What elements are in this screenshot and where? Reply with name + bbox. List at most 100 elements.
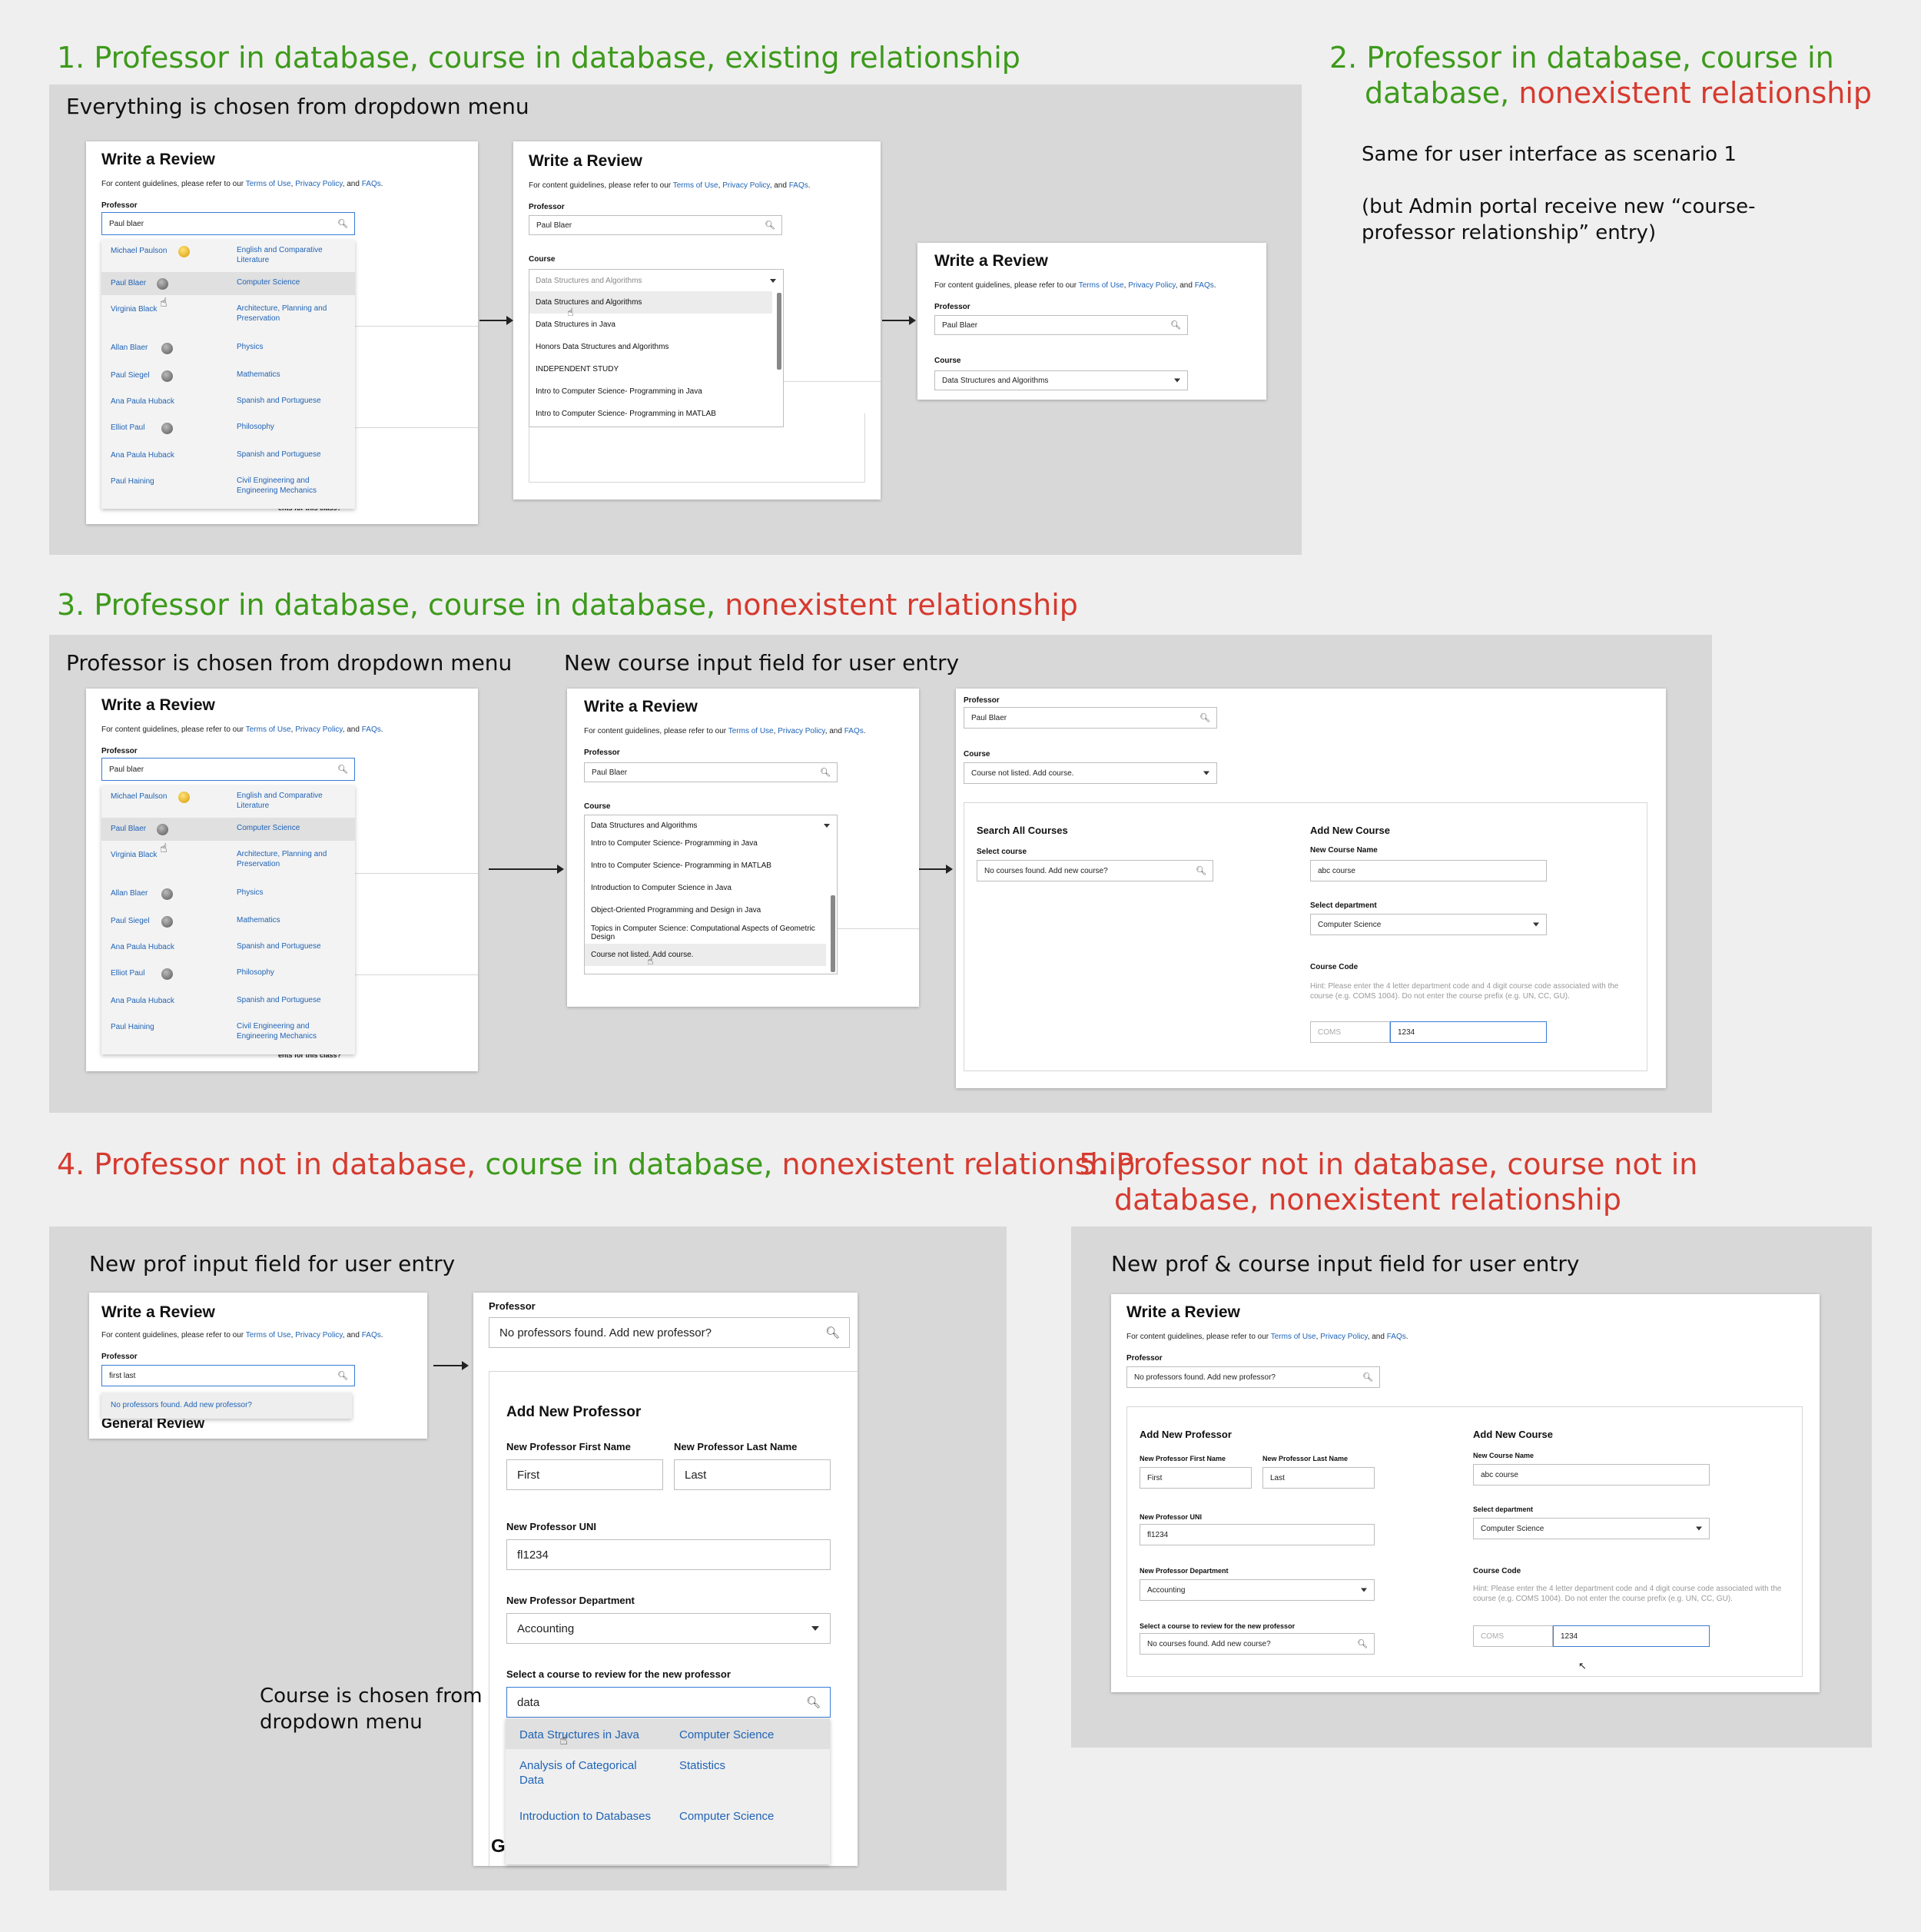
- course-option[interactable]: Data Structures in Java Computer Science: [506, 1718, 830, 1749]
- terms-link[interactable]: Terms of Use: [1271, 1333, 1316, 1341]
- professor-option[interactable]: Allan Blaer Physics: [101, 337, 355, 360]
- first-name-input[interactable]: First: [1140, 1467, 1252, 1489]
- professor-option[interactable]: Allan Blaer Physics: [101, 882, 355, 905]
- privacy-link[interactable]: Privacy Policy: [722, 181, 770, 190]
- terms-link[interactable]: Terms of Use: [673, 181, 718, 190]
- course-code-number-input[interactable]: 1234: [1390, 1021, 1547, 1043]
- privacy-link[interactable]: Privacy Policy: [295, 1331, 343, 1339]
- course-option[interactable]: Object-Oriented Programming and Design i…: [585, 899, 826, 921]
- uni-input[interactable]: fl1234: [506, 1539, 831, 1570]
- professor-option[interactable]: Michael Paulson English and Comparative L…: [101, 240, 355, 266]
- course-department-select[interactable]: Computer Science: [1473, 1518, 1710, 1539]
- course-option[interactable]: INDEPENDENT STUDY: [529, 358, 772, 380]
- course-option[interactable]: Analysis of Categorical Data Statistics: [506, 1749, 830, 1800]
- professor-option[interactable]: Ana Paula Huback Spanish and Portuguese: [101, 444, 355, 467]
- department-label: New Professor Department: [1140, 1567, 1229, 1575]
- course-search-input[interactable]: No courses found. Add new course? 🔍︎: [977, 860, 1213, 881]
- course-search-input[interactable]: data 🔍︎: [506, 1687, 831, 1718]
- course-option[interactable]: Intro to Computer Science- Programming i…: [529, 380, 772, 403]
- faqs-link[interactable]: FAQs: [844, 727, 864, 735]
- course-option[interactable]: Introduction to Databases Computer Scienc…: [506, 1800, 830, 1857]
- professor-option-department: Civil Engineering and Engineering Mechan…: [237, 1022, 317, 1041]
- course-option[interactable]: Honors Data Structures and Algorithms: [529, 336, 772, 358]
- course-code-number-input[interactable]: 1234: [1553, 1625, 1710, 1647]
- uni-input[interactable]: fl1234: [1140, 1524, 1375, 1545]
- privacy-link[interactable]: Privacy Policy: [1128, 281, 1176, 290]
- course-option[interactable]: Introduction to Computer Science in Java: [585, 877, 826, 899]
- scenario-5-title: 5. Professor not in database, course not…: [1079, 1147, 1698, 1181]
- professor-input[interactable]: Paul Blaer 🔍︎: [584, 762, 838, 782]
- terms-link[interactable]: Terms of Use: [728, 727, 774, 735]
- faqs-link[interactable]: FAQs: [362, 1331, 381, 1339]
- professor-option[interactable]: Paul Siegel Mathematics: [101, 364, 355, 387]
- professor-option[interactable]: Virginia Black Architecture, Planning and…: [101, 298, 355, 324]
- professor-input[interactable]: Paul Blaer 🔍︎: [934, 315, 1188, 335]
- professor-option[interactable]: Michael Paulson English and Comparative L…: [101, 785, 355, 812]
- professor-input[interactable]: Paul Blaer 🔍︎: [964, 707, 1217, 729]
- privacy-link[interactable]: Privacy Policy: [295, 725, 343, 734]
- professor-label: Professor: [489, 1300, 536, 1312]
- terms-link[interactable]: Terms of Use: [1079, 281, 1124, 290]
- new-course-name-input[interactable]: abc course: [1473, 1464, 1710, 1486]
- department-select[interactable]: Computer Science: [1310, 914, 1547, 935]
- faqs-link[interactable]: FAQs: [1387, 1333, 1406, 1341]
- professor-option[interactable]: Paul Blaer Computer Science: [101, 818, 355, 841]
- course-option[interactable]: Data Structures in Java: [529, 314, 772, 336]
- course-dropdown: Data Structures in Java Computer Science A…: [506, 1718, 830, 1864]
- course-option[interactable]: Course not listed. Add course.: [585, 944, 826, 966]
- professor-option[interactable]: Ana Paula Huback Spanish and Portuguese: [101, 390, 355, 413]
- professor-search-input[interactable]: Paul blaer 🔍︎: [101, 212, 355, 235]
- search-icon: 🔍︎: [337, 765, 348, 775]
- terms-link[interactable]: Terms of Use: [246, 725, 291, 734]
- professor-input[interactable]: No professors found. Add new professor? 🔍…: [489, 1317, 850, 1348]
- privacy-link[interactable]: Privacy Policy: [295, 180, 343, 188]
- privacy-link[interactable]: Privacy Policy: [778, 727, 825, 735]
- faqs-link[interactable]: FAQs: [789, 181, 808, 190]
- panel-5-caption: New prof & course input field for user e…: [1111, 1251, 1580, 1276]
- course-option[interactable]: Topics in Computer Science: Computationa…: [585, 921, 826, 944]
- professor-input[interactable]: No professors found. Add new professor? 🔍…: [1126, 1366, 1380, 1388]
- professor-option[interactable]: Virginia Black Architecture, Planning and…: [101, 844, 355, 870]
- professor-option[interactable]: Ana Paula Huback Spanish and Portuguese: [101, 936, 355, 959]
- panel-1-caption: Everything is chosen from dropdown menu: [66, 94, 529, 119]
- course-option[interactable]: Intro to Computer Science- Programming i…: [529, 403, 772, 425]
- professor-option[interactable]: Paul Blaer Computer Science: [101, 272, 355, 295]
- terms-link[interactable]: Terms of Use: [246, 180, 291, 188]
- professor-option-name: Paul Siegel: [111, 917, 150, 925]
- professor-search-input[interactable]: Paul blaer 🔍︎: [101, 758, 355, 781]
- faqs-link[interactable]: FAQs: [1195, 281, 1214, 290]
- last-name-input[interactable]: Last: [674, 1459, 831, 1490]
- course-option[interactable]: Intro to Computer Science- Programming i…: [585, 832, 826, 855]
- course-code-prefix-input[interactable]: COMS: [1473, 1625, 1553, 1647]
- professor-option[interactable]: Elliot Paul Philosophy: [101, 417, 355, 440]
- privacy-link[interactable]: Privacy Policy: [1320, 1333, 1368, 1341]
- department-select[interactable]: Accounting: [506, 1613, 831, 1644]
- uni-label: New Professor UNI: [1140, 1513, 1203, 1521]
- professor-option[interactable]: Paul Siegel Mathematics: [101, 910, 355, 933]
- course-option[interactable]: Intro to Computer Science- Programming i…: [585, 855, 826, 877]
- professor-option-name: Virginia Black: [111, 851, 158, 859]
- professor-option[interactable]: Paul Haining Civil Engineering and Engine…: [101, 470, 355, 496]
- course-select[interactable]: Data Structures and Algorithms: [934, 370, 1188, 390]
- arrow-cursor: ↖︎: [1578, 1660, 1587, 1671]
- first-name-input[interactable]: First: [506, 1459, 663, 1490]
- professor-option[interactable]: Elliot Paul Philosophy: [101, 962, 355, 985]
- course-select[interactable]: Course not listed. Add course.: [964, 762, 1217, 784]
- department-select[interactable]: Accounting: [1140, 1579, 1375, 1601]
- faqs-link[interactable]: FAQs: [362, 725, 381, 734]
- professor-input[interactable]: Paul Blaer 🔍︎: [529, 215, 782, 235]
- course-option[interactable]: Data Structures and Algorithms: [529, 291, 772, 314]
- professor-option[interactable]: Ana Paula Huback Spanish and Portuguese: [101, 990, 355, 1013]
- add-new-professor-option[interactable]: No professors found. Add new professor?: [111, 1401, 252, 1409]
- course-select-value[interactable]: Data Structures and Algorithms: [529, 270, 772, 291]
- course-search-input[interactable]: No courses found. Add new course? 🔍︎: [1140, 1633, 1375, 1655]
- course-code-prefix-input[interactable]: COMS: [1310, 1021, 1390, 1043]
- new-course-name-input[interactable]: abc course: [1310, 860, 1547, 881]
- faqs-link[interactable]: FAQs: [362, 180, 381, 188]
- professor-option[interactable]: Paul Haining Civil Engineering and Engine…: [101, 1016, 355, 1042]
- select-department-label: Select department: [1310, 901, 1377, 910]
- terms-link[interactable]: Terms of Use: [246, 1331, 291, 1339]
- last-name-input[interactable]: Last: [1262, 1467, 1375, 1489]
- form-title: Write a Review: [101, 1303, 215, 1321]
- professor-search-input[interactable]: first last 🔍︎: [101, 1365, 355, 1386]
